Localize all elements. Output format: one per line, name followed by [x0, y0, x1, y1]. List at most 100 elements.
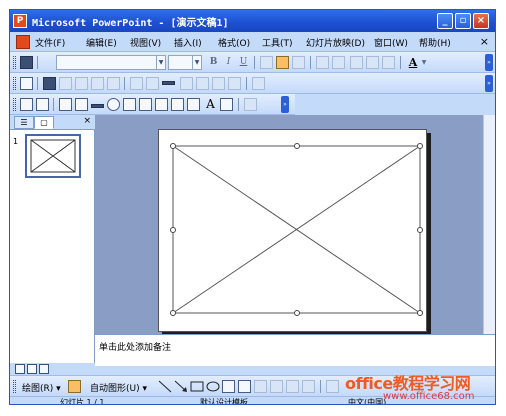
- combo-box-icon[interactable]: [139, 98, 152, 111]
- vertical-text-box-icon[interactable]: [238, 380, 251, 393]
- object-placeholder[interactable]: [159, 130, 426, 331]
- tab-slides[interactable]: ▢: [34, 116, 54, 129]
- status-slide-counter: 幻灯片 1 / 1: [60, 398, 105, 405]
- slide-sorter-icon[interactable]: [27, 364, 37, 374]
- autoshapes-button[interactable]: 自动图形(U) ▾: [90, 381, 147, 394]
- toolbar-grip[interactable]: [13, 56, 16, 69]
- insert-column-icon[interactable]: [59, 77, 72, 90]
- chevron-down-icon[interactable]: ▼: [156, 56, 165, 69]
- toolbar-grip[interactable]: [13, 380, 16, 393]
- edit-box-icon[interactable]: [75, 98, 88, 111]
- checkbox-icon[interactable]: [59, 98, 72, 111]
- status-design-template: 默认设计模板: [200, 398, 248, 405]
- notes-pane[interactable]: 单击此处添加备注: [95, 334, 495, 366]
- table-icon[interactable]: [43, 77, 56, 90]
- toggle-button-icon[interactable]: [155, 98, 168, 111]
- image-icon[interactable]: [20, 77, 33, 90]
- pane-close-icon[interactable]: ×: [83, 116, 91, 126]
- window-title: Microsoft PowerPoint - [演示文稿1]: [32, 18, 229, 29]
- menu-edit[interactable]: 编辑(E): [86, 36, 117, 49]
- toolbar-options-icon[interactable]: »: [485, 54, 493, 71]
- bold-button[interactable]: B: [207, 55, 220, 70]
- document-close-icon[interactable]: ×: [480, 35, 489, 48]
- increase-indent-icon[interactable]: [382, 56, 395, 69]
- numbering-icon[interactable]: [316, 56, 329, 69]
- decrease-indent-icon[interactable]: [366, 56, 379, 69]
- menu-slideshow[interactable]: 幻灯片放映(D): [306, 36, 365, 49]
- chevron-down-icon[interactable]: ▼: [192, 56, 201, 69]
- label-icon[interactable]: [20, 98, 33, 111]
- fill-color-icon[interactable]: [212, 77, 225, 90]
- insert-row-icon[interactable]: [75, 77, 88, 90]
- menu-help[interactable]: 帮助(H): [419, 36, 451, 49]
- border-style-icon[interactable]: [162, 81, 175, 85]
- option-button-icon[interactable]: [107, 98, 120, 111]
- menu-insert[interactable]: 插入(I): [174, 36, 202, 49]
- rectangle-icon[interactable]: [190, 380, 204, 393]
- menu-file[interactable]: 文件(F): [35, 36, 65, 49]
- slide-thumbnail[interactable]: [25, 134, 81, 178]
- notes-placeholder[interactable]: 单击此处添加备注: [99, 340, 171, 353]
- increase-font-icon[interactable]: [350, 56, 363, 69]
- arrow-icon[interactable]: [174, 380, 188, 393]
- oval-icon[interactable]: [206, 380, 220, 393]
- align-center-icon[interactable]: [276, 56, 289, 69]
- pencil-icon[interactable]: [228, 77, 241, 90]
- align-right-icon[interactable]: [292, 56, 305, 69]
- menu-window[interactable]: 窗口(W): [374, 36, 408, 49]
- font-size-combo[interactable]: ▼: [168, 55, 202, 70]
- toolbar-separator: [400, 56, 401, 69]
- properties-icon[interactable]: [244, 98, 257, 111]
- merge-cells-icon[interactable]: [91, 77, 104, 90]
- command-button-icon[interactable]: [91, 104, 104, 108]
- text-box-draw-icon[interactable]: [222, 380, 235, 393]
- font-color-button[interactable]: A: [406, 55, 420, 70]
- close-button[interactable]: ×: [473, 13, 489, 29]
- picture-icon[interactable]: [220, 98, 233, 111]
- maximize-button[interactable]: ▫: [455, 13, 471, 29]
- minimize-button[interactable]: _: [437, 13, 453, 29]
- eraser-icon[interactable]: [196, 77, 209, 90]
- align-bottom-icon[interactable]: [146, 77, 159, 90]
- document-icon[interactable]: [16, 35, 30, 49]
- spin-button-icon[interactable]: [171, 98, 184, 111]
- chevron-down-icon[interactable]: ▼: [420, 55, 428, 70]
- scroll-bar-icon[interactable]: [187, 98, 200, 111]
- line-icon[interactable]: [158, 380, 172, 393]
- menu-view[interactable]: 视图(V): [130, 36, 161, 49]
- font-name-combo[interactable]: ▼: [56, 55, 166, 70]
- tab-outline[interactable]: ☰: [14, 116, 34, 129]
- align-top-icon[interactable]: [130, 77, 143, 90]
- powerpoint-icon[interactable]: P: [13, 14, 27, 28]
- menu-tools[interactable]: 工具(T): [262, 36, 293, 49]
- menu-format[interactable]: 格式(O): [218, 36, 250, 49]
- normal-view-icon[interactable]: [15, 364, 25, 374]
- text-box-icon[interactable]: [36, 98, 49, 111]
- toolbar-options-icon[interactable]: »: [281, 96, 289, 113]
- vertical-scrollbar[interactable]: [483, 115, 495, 334]
- toolbar-grip[interactable]: [13, 98, 16, 111]
- diagram-icon[interactable]: [270, 380, 283, 393]
- toolbar-grip[interactable]: [13, 77, 16, 90]
- draw-menu-button[interactable]: 绘图(R) ▾: [22, 381, 61, 394]
- underline-button[interactable]: U: [237, 55, 250, 70]
- list-box-icon[interactable]: [123, 98, 136, 111]
- split-cells-icon[interactable]: [107, 77, 120, 90]
- slide-canvas[interactable]: [158, 129, 427, 332]
- undo-icon[interactable]: [252, 77, 265, 90]
- slideshow-icon[interactable]: [39, 364, 49, 374]
- align-left-icon[interactable]: [260, 56, 273, 69]
- fill-bucket-icon[interactable]: [326, 380, 339, 393]
- bullets-icon[interactable]: [332, 56, 345, 69]
- toolbar-options-icon[interactable]: »: [485, 75, 493, 92]
- wordart-icon[interactable]: [254, 380, 267, 393]
- clip-art-icon[interactable]: [286, 380, 299, 393]
- italic-button[interactable]: I: [222, 55, 235, 70]
- save-icon[interactable]: [20, 56, 33, 69]
- table-properties-icon[interactable]: [180, 77, 193, 90]
- insert-picture-icon[interactable]: [302, 380, 315, 393]
- label-a-button[interactable]: A: [204, 97, 217, 112]
- select-pointer-icon[interactable]: [68, 380, 81, 393]
- toolbar-separator: [238, 98, 239, 111]
- status-language: 中文(中国): [348, 398, 387, 405]
